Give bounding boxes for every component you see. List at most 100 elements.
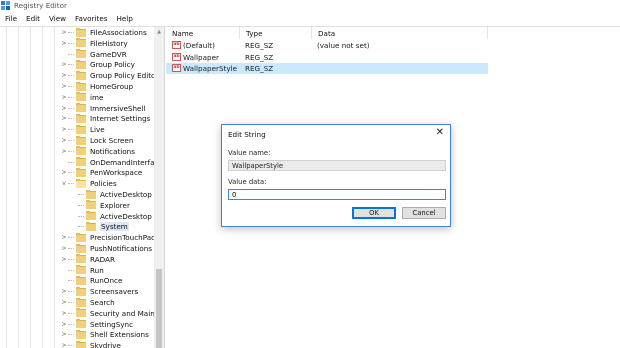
- tree-item[interactable]: ActiveDesktop: [70, 211, 152, 222]
- tree-item-label: FileHistory: [90, 38, 128, 48]
- column-header-type[interactable]: Type: [240, 27, 312, 39]
- tree-item[interactable]: > Live: [60, 124, 105, 135]
- folder-icon: [76, 254, 86, 264]
- chevron-right-icon[interactable]: >: [60, 148, 68, 155]
- tree-item[interactable]: RunOnce: [60, 275, 122, 286]
- tree-connector: [68, 75, 74, 77]
- tree-item[interactable]: > Screensavers: [60, 286, 138, 297]
- column-header-data[interactable]: Data: [312, 27, 488, 39]
- chevron-down-icon[interactable]: v: [60, 180, 68, 187]
- chevron-right-icon[interactable]: >: [60, 234, 68, 241]
- tree-item[interactable]: > Group Policy Editor: [60, 70, 158, 81]
- tree-item[interactable]: > FileHistory: [60, 38, 128, 49]
- tree-item[interactable]: > Skydrive: [60, 340, 121, 348]
- tree-connector: [68, 42, 74, 44]
- tree-item[interactable]: > Internet Settings: [60, 113, 150, 124]
- tree-item[interactable]: > Search: [60, 297, 115, 308]
- chevron-right-icon[interactable]: >: [60, 342, 68, 348]
- chevron-right-icon[interactable]: >: [60, 94, 68, 101]
- tree-guide-line: [54, 27, 55, 348]
- value-row[interactable]: ab (Default) REG_SZ (value not set): [166, 40, 488, 51]
- tree-item-label: FileAssociations: [90, 28, 147, 37]
- menu-help[interactable]: Help: [111, 13, 136, 25]
- menu-edit[interactable]: Edit: [21, 13, 44, 25]
- folder-icon: [76, 308, 86, 318]
- chevron-right-icon[interactable]: >: [60, 61, 68, 68]
- tree-item[interactable]: ActiveDesktop: [70, 189, 152, 200]
- tree-connector: [68, 96, 74, 98]
- tree-connector: [68, 86, 74, 87]
- tree-item[interactable]: > ImmersiveShell: [60, 103, 145, 114]
- tree-item[interactable]: > ime: [60, 92, 103, 103]
- menu-file[interactable]: File: [0, 13, 21, 25]
- tree-connector: [68, 32, 74, 33]
- chevron-right-icon[interactable]: >: [60, 299, 68, 306]
- tree-item[interactable]: > SettingSync: [60, 319, 133, 330]
- tree-item[interactable]: > PrecisionTouchPad: [60, 232, 156, 243]
- chevron-right-icon[interactable]: >: [60, 40, 68, 47]
- chevron-right-icon[interactable]: >: [60, 29, 68, 36]
- tree-item[interactable]: > FileAssociations: [60, 27, 147, 38]
- folder-icon: [76, 113, 86, 123]
- chevron-right-icon[interactable]: >: [60, 245, 68, 252]
- tree-item[interactable]: System: [70, 221, 129, 232]
- ok-button[interactable]: OK: [352, 207, 396, 219]
- tree-item[interactable]: > Lock Screen: [60, 135, 133, 146]
- tree-item[interactable]: > RADAR: [60, 254, 115, 265]
- chevron-right-icon[interactable]: >: [60, 83, 68, 90]
- value-data-input[interactable]: 0: [228, 189, 446, 200]
- tree-connector: [78, 194, 84, 195]
- menu-view[interactable]: View: [44, 13, 70, 25]
- chevron-right-icon[interactable]: >: [60, 137, 68, 144]
- tree-item[interactable]: > Group Policy: [60, 59, 135, 70]
- value-type: REG_SZ: [245, 52, 274, 62]
- tree-item[interactable]: > Shell Extensions: [60, 329, 149, 340]
- chevron-right-icon[interactable]: >: [60, 331, 68, 338]
- tree-item[interactable]: > Security and Maintena: [60, 308, 164, 319]
- tree-item-label: PushNotifications: [90, 244, 153, 253]
- tree-scrollbar[interactable]: ▲: [154, 27, 164, 348]
- key-tree-pane[interactable]: > FileAssociations > FileHistory GameDVR > Gro…: [0, 27, 165, 348]
- close-icon[interactable]: ✕: [436, 127, 444, 139]
- menu-favorites[interactable]: Favorites: [70, 13, 111, 25]
- tree-item-label: Policies: [90, 179, 117, 189]
- tree-item-label: SettingSync: [90, 319, 134, 329]
- tree-item[interactable]: Explorer: [70, 200, 130, 211]
- tree-guide-line: [42, 27, 43, 348]
- value-row[interactable]: ab WallpaperStyle REG_SZ: [166, 63, 488, 74]
- tree-connector: [68, 161, 74, 163]
- value-data-label: Value data:: [228, 178, 267, 186]
- tree-item[interactable]: > HomeGroup: [60, 81, 133, 92]
- tree-item[interactable]: > PenWorkspace: [60, 167, 142, 178]
- folder-icon: [76, 103, 86, 113]
- tree-connector: [68, 53, 74, 55]
- tree-item-label: RunOnce: [90, 276, 123, 286]
- tree-item[interactable]: GameDVR: [60, 49, 127, 60]
- chevron-right-icon[interactable]: >: [60, 126, 68, 133]
- folder-icon: [76, 297, 86, 307]
- chevron-right-icon[interactable]: >: [60, 310, 68, 317]
- chevron-right-icon[interactable]: >: [60, 115, 68, 122]
- chevron-right-icon[interactable]: >: [60, 288, 68, 295]
- tree-item-label: Skydrive: [90, 341, 121, 348]
- tree-item[interactable]: OnDemandInterfaceCa: [60, 157, 164, 168]
- column-header-name[interactable]: Name: [166, 27, 240, 39]
- scroll-up-icon[interactable]: ▲: [154, 27, 164, 37]
- cancel-button[interactable]: Cancel: [402, 207, 446, 219]
- chevron-right-icon[interactable]: >: [60, 321, 68, 328]
- tree-connector: [68, 107, 74, 109]
- chevron-right-icon[interactable]: >: [60, 256, 68, 263]
- folder-icon: [76, 329, 86, 339]
- tree-item[interactable]: v Policies: [60, 178, 117, 189]
- tree-connector: [68, 248, 74, 249]
- folder-icon: [76, 135, 86, 145]
- tree-connector: [78, 226, 84, 228]
- chevron-right-icon[interactable]: >: [60, 72, 68, 79]
- tree-item[interactable]: Run: [60, 265, 104, 276]
- chevron-right-icon[interactable]: >: [60, 169, 68, 176]
- tree-item[interactable]: > PushNotifications: [60, 243, 152, 254]
- tree-item[interactable]: > Notifications: [60, 146, 135, 157]
- scrollbar-thumb[interactable]: [156, 269, 162, 348]
- value-row[interactable]: ab Wallpaper REG_SZ: [166, 52, 488, 63]
- chevron-right-icon[interactable]: >: [60, 105, 68, 112]
